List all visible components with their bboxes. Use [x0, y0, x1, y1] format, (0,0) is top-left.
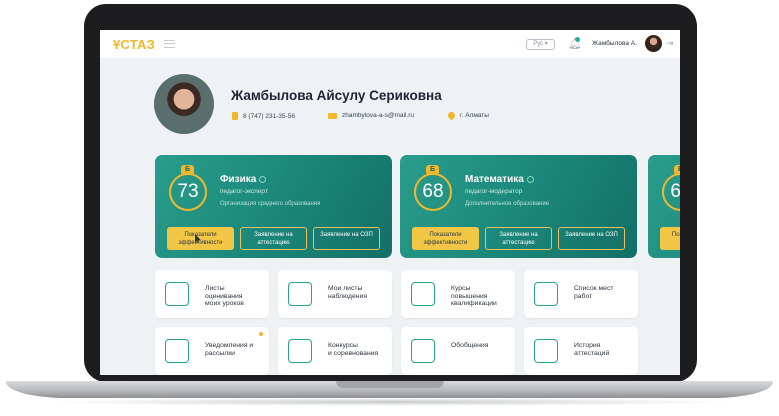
phone-icon — [232, 112, 238, 120]
trophy-icon — [288, 339, 312, 363]
tile-label: Уведомления и рассылки — [205, 342, 254, 357]
tile-label: Список мест работ — [574, 285, 614, 300]
ozp-button[interactable]: Заявление на ОЗП — [313, 227, 380, 250]
info-icon — [526, 175, 534, 183]
list-icon — [534, 282, 558, 306]
tile-observation-sheets[interactable]: Мои листы наблюдения — [278, 270, 392, 318]
logo[interactable]: ҰСТАЗ — [113, 37, 155, 52]
megaphone-icon — [165, 339, 189, 363]
notification-dot — [575, 37, 580, 42]
app-screen: ҰСТАЗ Рус ▾ 🔔︎ Жамбылова А. ⇥ Жамбылова … — [100, 30, 680, 375]
ozp-button[interactable]: Заявление на ОЗП — [558, 227, 625, 250]
email-text: zhambylova-a-s@mail.ru — [342, 112, 414, 119]
subject-role: педагог-эксперт — [220, 188, 268, 195]
efficiency-button[interactable]: Показа эффект — [660, 227, 680, 250]
location-icon — [446, 110, 457, 121]
user-card-icon — [165, 282, 189, 306]
subject-card-physics[interactable]: Б 73 Физика педагог-эксперт Организация … — [155, 155, 392, 258]
tile-workplaces[interactable]: Список мест работ — [524, 270, 638, 318]
score-ring: 73 — [169, 173, 207, 211]
subject-card-math[interactable]: Б 68 Математика педагог-модератор Дополн… — [400, 155, 637, 258]
tile-label: Мои листы наблюдения — [328, 285, 368, 300]
tile-label: Курсы повышения квалификации — [451, 285, 497, 307]
tile-courses[interactable]: Курсы повышения квалификации — [401, 270, 515, 318]
subject-card-partial[interactable]: Б 68 Показа эффект — [648, 155, 680, 258]
language-select[interactable]: Рус ▾ — [526, 39, 555, 50]
tile-label: Конкурсы и соревнования — [328, 342, 379, 357]
laptop-mockup: ҰСТАЗ Рус ▾ 🔔︎ Жамбылова А. ⇥ Жамбылова … — [0, 0, 779, 416]
tile-label: Листы оценивания моих уроков — [205, 285, 244, 307]
history-book-icon — [534, 339, 558, 363]
efficiency-button[interactable]: Показатели эффективности — [412, 227, 479, 250]
tile-notifications[interactable]: Уведомления и рассылки — [155, 327, 269, 375]
profile-phone: 8 (747) 231-35-56 — [232, 112, 295, 120]
score-ring: 68 — [662, 173, 680, 211]
user-name[interactable]: Жамбылова А. — [592, 40, 637, 47]
new-dot — [259, 332, 263, 336]
subject-title: Математика — [465, 174, 534, 185]
logout-icon[interactable]: ⇥ — [666, 38, 674, 49]
menu-icon[interactable] — [163, 40, 175, 48]
laptop-notch — [336, 381, 444, 388]
tile-generalizations[interactable]: Обобщения — [401, 327, 515, 375]
tile-label: Обобщения — [451, 342, 489, 349]
tile-lesson-sheets[interactable]: Листы оценивания моих уроков — [155, 270, 269, 318]
subject-org: Организация среднего образования — [220, 201, 321, 207]
attestation-button[interactable]: Заявление на аттестацию — [240, 227, 307, 250]
user-avatar[interactable] — [645, 35, 662, 52]
search-doc-icon — [288, 282, 312, 306]
attestation-button[interactable]: Заявление на аттестацию — [485, 227, 552, 250]
score-ring: 68 — [414, 173, 452, 211]
subject-title: Физика — [220, 174, 267, 185]
profile-avatar — [154, 74, 214, 134]
laptop-shadow — [40, 398, 739, 406]
info-icon — [259, 175, 267, 183]
subject-org: Дополнительное образование — [465, 201, 550, 207]
tile-label: История аттестаций — [574, 342, 610, 357]
city-text: г. Алматы — [460, 112, 489, 119]
books-icon — [411, 339, 435, 363]
subject-role: педагог-модератор — [465, 188, 523, 195]
mail-icon — [328, 112, 337, 119]
profile-city: г. Алматы — [446, 110, 489, 121]
efficiency-button[interactable]: Показатели эффективности — [167, 227, 234, 250]
phone-text: 8 (747) 231-35-56 — [243, 112, 296, 120]
tile-attestation-history[interactable]: История аттестаций — [524, 327, 638, 375]
tile-contests[interactable]: Конкурсы и соревнования — [278, 327, 392, 375]
profile-name: Жамбылова Айсулу Сериковна — [231, 88, 442, 103]
certificate-icon — [411, 282, 435, 306]
profile-email: zhambylova-a-s@mail.ru — [328, 112, 414, 119]
